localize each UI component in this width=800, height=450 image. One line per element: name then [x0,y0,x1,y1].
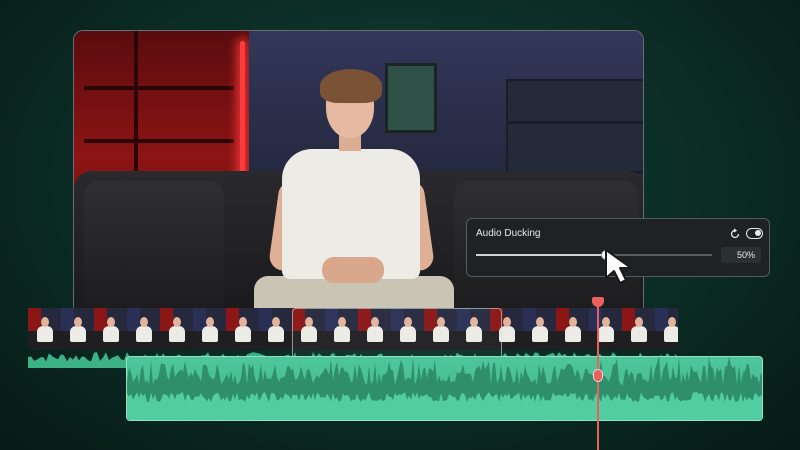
video-thumbnail [655,308,678,350]
toggle-knob [755,230,761,236]
video-thumbnail [94,308,127,350]
ducking-slider[interactable] [476,250,712,260]
cushion [84,181,224,314]
video-thumbnail [259,308,292,350]
reset-icon[interactable] [729,228,741,240]
video-thumbnail [127,308,160,350]
video-thumbnail [589,308,622,350]
video-thumbnail [61,308,94,350]
video-thumbnail [193,308,226,350]
video-thumbnail [160,308,193,350]
toggle-switch-icon[interactable] [746,228,763,239]
person-hands [322,257,384,283]
video-thumbnail [226,308,259,350]
audio-ducking-title: Audio Ducking [476,228,541,239]
ducking-value-field[interactable]: 50% [721,247,761,263]
shelf [84,139,234,143]
slider-fill [476,254,606,256]
wall-poster [385,63,437,133]
audio-waveform [127,357,762,420]
video-thumbnail [556,308,589,350]
video-thumbnail [622,308,655,350]
video-thumbnail [523,308,556,350]
person-hair [320,69,382,103]
shelf [84,86,234,90]
mouse-cursor-icon [605,249,632,284]
neon-light [240,41,245,191]
keyframe-icon[interactable] [593,369,603,382]
video-thumbnail [28,308,61,350]
audio-clip[interactable] [126,356,763,421]
